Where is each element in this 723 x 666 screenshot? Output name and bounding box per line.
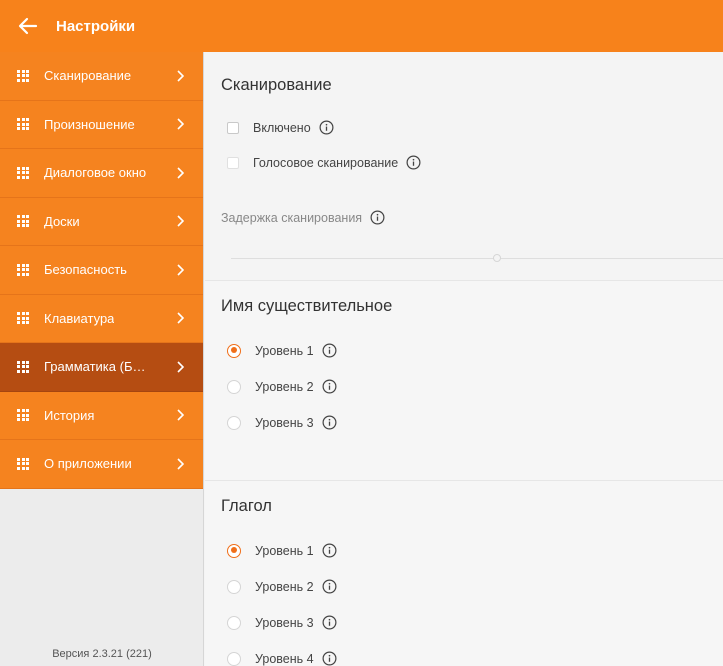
sidebar-item-pronunciation[interactable]: Произношение: [0, 100, 203, 149]
grid-icon: [17, 409, 29, 422]
info-icon[interactable]: [322, 579, 337, 594]
info-icon[interactable]: [322, 615, 337, 630]
chevron-right-icon: [177, 70, 184, 82]
verb-level-2-radio[interactable]: Уровень 2: [227, 579, 337, 594]
scan-delay-slider-track[interactable]: [231, 258, 723, 259]
sidebar-item-label: Сканирование: [44, 68, 132, 84]
radio-label: Уровень 3: [255, 415, 314, 430]
sidebar-item-label: Безопасность: [44, 262, 127, 278]
noun-section: Имя существительное Уровень 1 Уровень 2 …: [205, 281, 723, 481]
chevron-right-icon: [177, 264, 184, 276]
checkbox-label: Включено: [253, 120, 311, 135]
section-title: Имя существительное: [221, 297, 393, 315]
radio-button[interactable]: [227, 615, 241, 630]
sidebar-item-label: Доски: [44, 213, 80, 229]
noun-level-3-radio[interactable]: Уровень 3: [227, 415, 337, 430]
section-title: Сканирование: [221, 76, 332, 94]
info-icon[interactable]: [322, 415, 337, 430]
chevron-right-icon: [177, 409, 184, 421]
page-title: Настройки: [56, 17, 136, 35]
sidebar-item-grammar[interactable]: Грамматика (БЕТА): [0, 343, 203, 392]
grid-icon: [17, 360, 29, 373]
sidebar-item-history[interactable]: История: [0, 391, 203, 440]
sidebar-item-security[interactable]: Безопасность: [0, 246, 203, 295]
radio-button[interactable]: [227, 543, 241, 558]
radio-button[interactable]: [227, 379, 241, 394]
radio-label: Уровень 4: [255, 651, 314, 666]
grid-icon: [17, 457, 29, 470]
verb-section: Глагол Уровень 1 Уровень 2 Уровень 3 Уро…: [205, 481, 723, 666]
info-icon[interactable]: [322, 651, 337, 666]
grid-icon: [17, 118, 29, 131]
radio-button[interactable]: [227, 343, 241, 358]
radio-button[interactable]: [227, 651, 241, 666]
radio-button[interactable]: [227, 415, 241, 430]
sidebar-item-label: Грамматика (БЕТА): [44, 359, 150, 375]
info-icon[interactable]: [370, 210, 385, 225]
verb-level-3-radio[interactable]: Уровень 3: [227, 615, 337, 630]
chevron-right-icon: [177, 312, 184, 324]
chevron-right-icon: [177, 458, 184, 470]
scan-enabled-checkbox[interactable]: Включено: [227, 120, 334, 135]
grid-icon: [17, 312, 29, 325]
app-bar: Настройки: [0, 0, 723, 52]
chevron-right-icon: [177, 215, 184, 227]
sidebar-item-keyboard[interactable]: Клавиатура: [0, 294, 203, 343]
radio-label: Уровень 2: [255, 379, 314, 394]
sidebar-item-label: Клавиатура: [44, 310, 115, 326]
radio-label: Уровень 3: [255, 615, 314, 630]
checkbox[interactable]: [227, 156, 239, 169]
scan-delay-slider-thumb[interactable]: [492, 254, 501, 262]
radio-label: Уровень 1: [255, 543, 314, 558]
info-icon[interactable]: [406, 155, 421, 170]
radio-button[interactable]: [227, 579, 241, 594]
info-icon[interactable]: [319, 120, 334, 135]
grid-icon: [17, 69, 29, 82]
sidebar-item-boards[interactable]: Доски: [0, 197, 203, 246]
grid-icon: [17, 215, 29, 228]
chevron-right-icon: [177, 118, 184, 130]
radio-label: Уровень 1: [255, 343, 314, 358]
grid-icon: [17, 166, 29, 179]
sidebar-item-scanning[interactable]: Сканирование: [0, 52, 203, 101]
info-icon[interactable]: [322, 379, 337, 394]
sidebar-item-label: О приложении: [44, 456, 132, 472]
radio-label: Уровень 2: [255, 579, 314, 594]
settings-content: Сканирование Включено Голосовое сканиров…: [205, 52, 723, 666]
voice-scanning-checkbox[interactable]: Голосовое сканирование: [227, 155, 421, 170]
sidebar-item-label: Диалоговое окно: [44, 165, 147, 181]
grid-icon: [17, 263, 29, 276]
sidebar-item-about[interactable]: О приложении: [0, 440, 203, 489]
section-title: Глагол: [221, 497, 272, 515]
sidebar-item-label: Произношение: [44, 116, 135, 132]
sidebar-item-dialog[interactable]: Диалоговое окно: [0, 149, 203, 198]
verb-level-1-radio[interactable]: Уровень 1: [227, 543, 337, 558]
info-icon[interactable]: [322, 543, 337, 558]
checkbox-label: Голосовое сканирование: [253, 155, 399, 170]
chevron-right-icon: [177, 167, 184, 179]
scan-delay-text: Задержка сканирования: [221, 210, 363, 225]
arrow-left-icon[interactable]: [16, 14, 40, 38]
verb-level-4-radio[interactable]: Уровень 4: [227, 651, 337, 666]
chevron-right-icon: [177, 361, 184, 373]
scanning-section: Сканирование Включено Голосовое сканиров…: [205, 52, 723, 281]
info-icon[interactable]: [322, 343, 337, 358]
scan-delay-label: Задержка сканирования: [221, 210, 385, 225]
sidebar: Сканирование Произношение Диалоговое окн…: [0, 52, 204, 666]
noun-level-1-radio[interactable]: Уровень 1: [227, 343, 337, 358]
noun-level-2-radio[interactable]: Уровень 2: [227, 379, 337, 394]
sidebar-item-label: История: [44, 407, 95, 423]
version-label: Версия 2.3.21 (221): [52, 648, 152, 660]
checkbox[interactable]: [227, 121, 239, 134]
